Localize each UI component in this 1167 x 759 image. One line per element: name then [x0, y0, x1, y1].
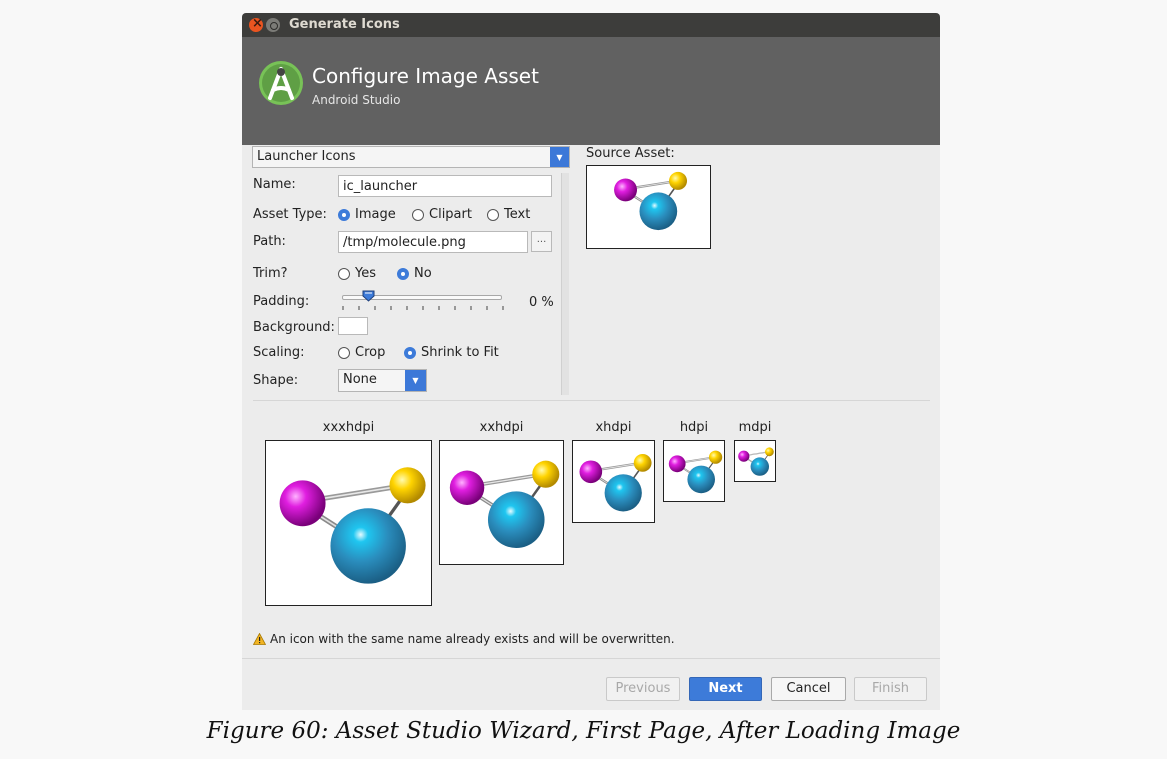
shape-label: Shape: — [253, 373, 299, 388]
form-scrollbar[interactable] — [561, 173, 569, 395]
asset-type-image-radio[interactable]: Image — [338, 207, 396, 222]
asset-type-clipart-radio[interactable]: Clipart — [412, 207, 472, 222]
path-label: Path: — [253, 234, 286, 249]
molecule-image — [587, 166, 710, 248]
radio-selected-icon — [397, 267, 409, 280]
background-label: Background: — [253, 320, 335, 335]
scaling-shrink-radio[interactable]: Shrink to Fit — [404, 345, 499, 360]
density-label-hdpi: hdpi — [679, 420, 709, 435]
previous-button[interactable]: Previous — [606, 677, 680, 701]
warning-icon — [253, 633, 266, 645]
trim-no-radio[interactable]: No — [397, 266, 432, 281]
wizard-subtitle: Android Studio — [312, 93, 401, 107]
padding-slider-ticks — [342, 306, 504, 310]
path-input[interactable] — [339, 232, 527, 252]
source-asset-preview — [586, 165, 711, 249]
molecule-image — [664, 441, 724, 501]
figure-caption: Figure 60: Asset Studio Wizard, First Pa… — [206, 718, 961, 744]
molecule-image — [440, 441, 563, 564]
android-studio-logo-icon — [259, 61, 303, 105]
preview-xxhdpi — [439, 440, 564, 565]
preview-mdpi — [734, 440, 776, 482]
density-label-xxxhdpi: xxxhdpi — [322, 420, 375, 435]
finish-button[interactable]: Finish — [854, 677, 927, 701]
radio-unselected-icon — [338, 346, 350, 359]
radio-selected-icon — [404, 346, 416, 359]
close-window-button[interactable] — [249, 16, 263, 32]
molecule-image — [735, 441, 775, 481]
preview-xhdpi — [572, 440, 655, 523]
molecule-image — [573, 441, 654, 522]
asset-type-label: Asset Type: — [253, 207, 327, 222]
density-label-xhdpi: xhdpi — [595, 420, 632, 435]
wizard-title: Configure Image Asset — [312, 64, 539, 88]
trim-yes-radio[interactable]: Yes — [338, 266, 376, 281]
padding-value: 0 % — [529, 295, 554, 310]
browse-button[interactable]: ... — [531, 231, 552, 252]
asset-type-text-radio[interactable]: Text — [487, 207, 530, 222]
chevron-down-icon: ▼ — [405, 370, 426, 391]
source-asset-label: Source Asset: — [586, 146, 675, 161]
preview-xxxhdpi — [265, 440, 432, 606]
name-input[interactable] — [339, 176, 551, 196]
generate-icons-window: Generate Icons Configure Image Asset And… — [242, 13, 940, 710]
padding-slider-thumb[interactable] — [362, 290, 375, 302]
radio-label: Clipart — [429, 207, 472, 222]
overwrite-warning: An icon with the same name already exist… — [253, 632, 675, 646]
radio-label: Yes — [355, 266, 376, 281]
cancel-button[interactable]: Cancel — [771, 677, 846, 701]
density-label-mdpi: mdpi — [738, 420, 772, 435]
molecule-image — [266, 441, 431, 605]
radio-unselected-icon — [412, 208, 424, 221]
icon-type-dropdown[interactable]: Launcher Icons ▼ — [252, 146, 570, 168]
name-field[interactable] — [338, 175, 552, 197]
radio-label: No — [414, 266, 432, 281]
icon-type-value: Launcher Icons — [257, 149, 356, 164]
warning-text: An icon with the same name already exist… — [270, 632, 675, 646]
preview-hdpi — [663, 440, 725, 502]
section-divider — [253, 400, 930, 401]
path-field[interactable] — [338, 231, 528, 253]
radio-unselected-icon — [487, 208, 499, 221]
radio-label: Crop — [355, 345, 386, 360]
radio-unselected-icon — [338, 267, 350, 280]
shape-dropdown[interactable]: None ▼ — [338, 369, 427, 392]
density-label-xxhdpi: xxhdpi — [479, 420, 524, 435]
wizard-banner: Configure Image Asset Android Studio — [242, 37, 940, 145]
name-label: Name: — [253, 177, 296, 192]
radio-label: Image — [355, 207, 396, 222]
wizard-footer: Previous Next Cancel Finish — [242, 658, 940, 710]
scaling-crop-radio[interactable]: Crop — [338, 345, 385, 360]
shape-value: None — [343, 372, 377, 387]
radio-selected-icon — [338, 208, 350, 221]
trim-label: Trim? — [253, 266, 288, 281]
window-titlebar: Generate Icons — [242, 13, 940, 37]
radio-label: Shrink to Fit — [421, 345, 499, 360]
next-button[interactable]: Next — [689, 677, 762, 701]
window-title: Generate Icons — [289, 17, 400, 32]
minimize-window-button[interactable] — [266, 18, 280, 32]
background-color-swatch[interactable] — [338, 317, 368, 335]
padding-label: Padding: — [253, 294, 310, 309]
scaling-label: Scaling: — [253, 345, 305, 360]
chevron-down-icon: ▼ — [550, 147, 569, 167]
radio-label: Text — [504, 207, 531, 222]
